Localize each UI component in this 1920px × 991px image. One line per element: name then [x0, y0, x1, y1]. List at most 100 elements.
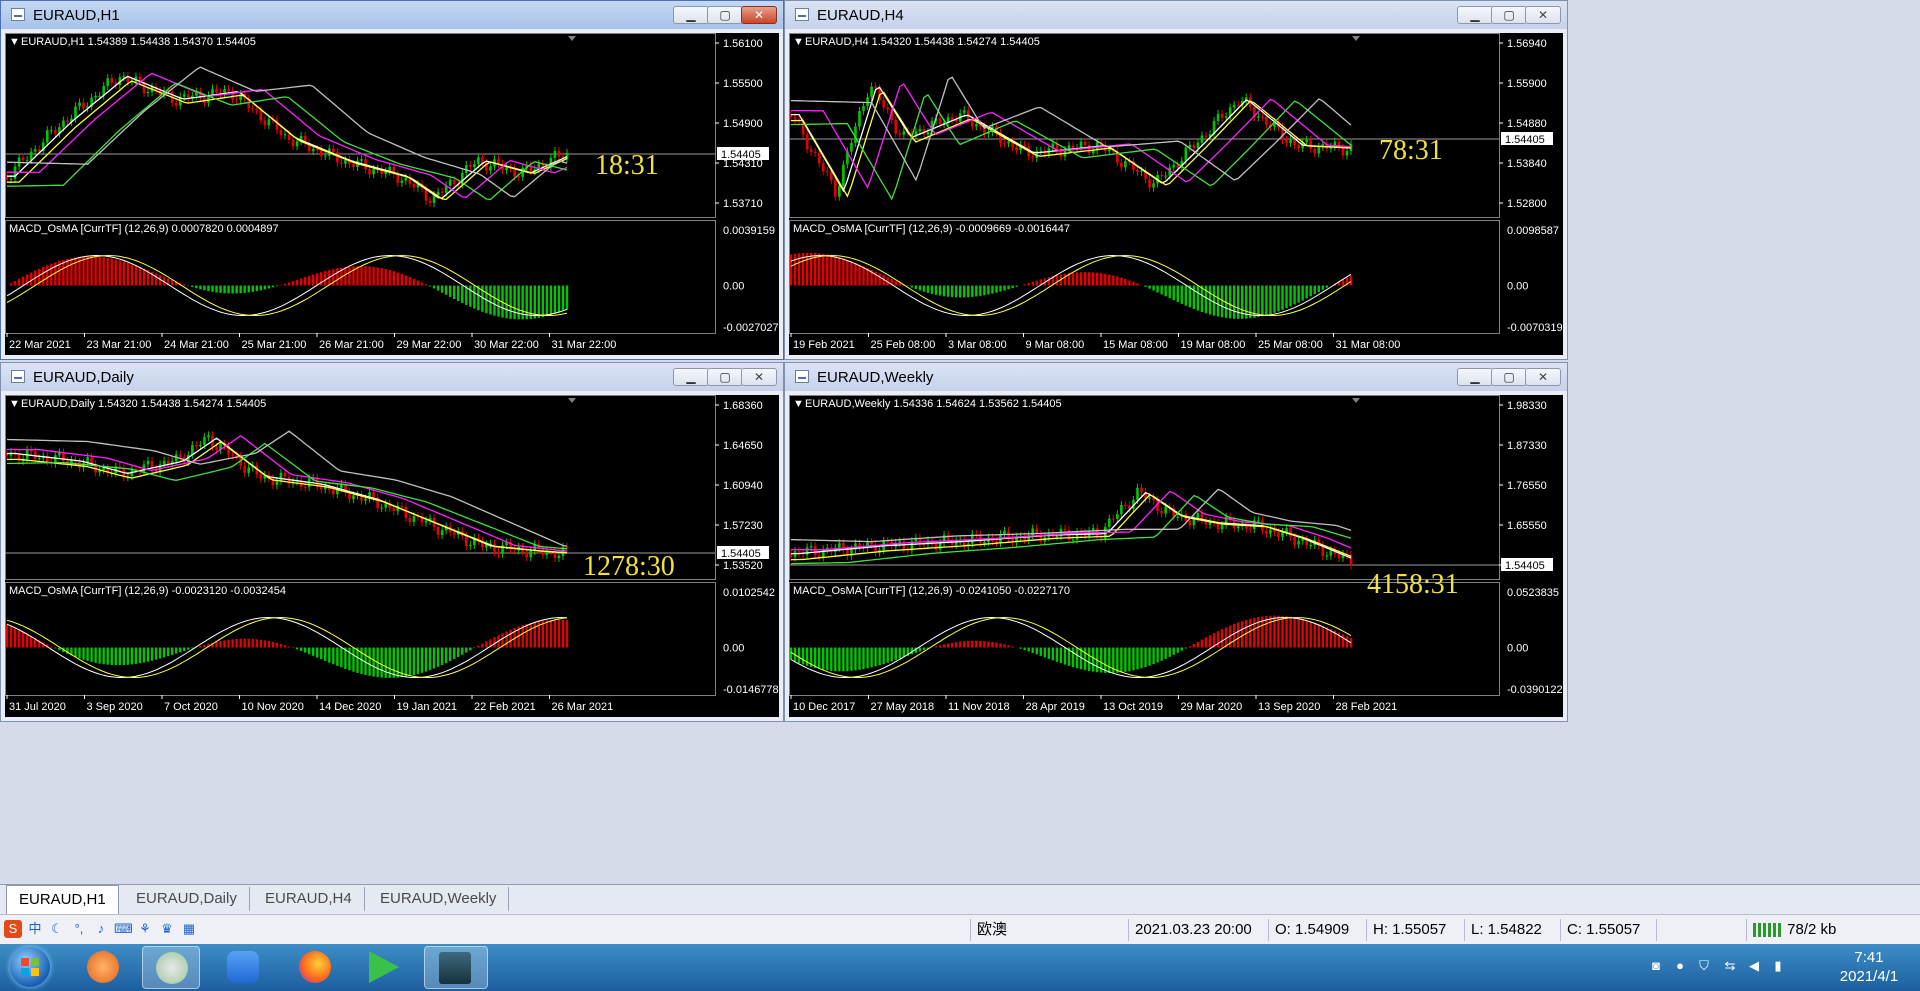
window-titlebar[interactable]: EURAUD,H1 ▁ ▢ ✕	[1, 1, 783, 29]
bearish-candle	[259, 110, 263, 121]
close-button[interactable]: ✕	[741, 368, 777, 386]
grid-icon[interactable]: ▦	[180, 920, 198, 938]
osma-histogram-bar	[850, 261, 853, 286]
osma-histogram-bar	[830, 647, 833, 671]
taskbar-app-wechat[interactable]	[142, 946, 200, 989]
bullish-candle	[275, 480, 279, 486]
tray-wechat-icon[interactable]: ●	[1672, 958, 1688, 974]
chart-window-daily[interactable]: EURAUD,Daily ▁ ▢ ✕ ▼ EURAUD,Daily 1.54320…	[0, 362, 784, 722]
osma-histogram-bar	[801, 647, 805, 665]
chart-canvas[interactable]: ▼ EURAUD,H1 1.54389 1.54438 1.54370 1.544…	[5, 33, 781, 357]
osma-histogram-bar	[372, 647, 375, 677]
osma-histogram-bar	[1140, 647, 1143, 669]
window-titlebar[interactable]: EURAUD,Daily ▁ ▢ ✕	[1, 363, 783, 391]
chart-area[interactable]: ▼ EURAUD,Weekly 1.54336 1.54624 1.53562 1…	[789, 395, 1563, 717]
connection-status[interactable]: 78/2 kb	[1746, 919, 1913, 941]
minimize-button[interactable]: ▁	[1457, 6, 1493, 24]
indicator-scale-label: 0.00	[723, 281, 744, 293]
osma-histogram-bar	[291, 281, 295, 286]
chart-window-h4[interactable]: EURAUD,H4 ▁ ▢ ✕ ▼ EURAUD,H4 1.54320 1.544…	[784, 0, 1568, 360]
ma-line-magenta	[7, 435, 568, 552]
status-profile[interactable]: 欧澳	[970, 919, 1127, 941]
tab-euraud-h1[interactable]: EURAUD,H1	[6, 885, 119, 914]
bearish-candle	[1337, 553, 1341, 559]
chart-area[interactable]: ▼ EURAUD,H1 1.54389 1.54438 1.54370 1.544…	[5, 33, 779, 355]
osma-histogram-bar	[854, 647, 857, 671]
close-button[interactable]: ✕	[1525, 368, 1561, 386]
taskbar-clock[interactable]: 7:41 2021/4/1	[1824, 948, 1914, 986]
bullish-candle	[211, 88, 214, 96]
ime-toolbar[interactable]: S 中 ☾ °, ♪ ⌨ ⚘ ♛ ▦	[0, 914, 214, 944]
signal-icon[interactable]: ▮	[1770, 958, 1786, 974]
close-button[interactable]: ✕	[741, 6, 777, 24]
start-button[interactable]	[10, 947, 50, 987]
chart-window-h1[interactable]: EURAUD,H1 ▁ ▢ ✕ ▼ EURAUD,H1 1.54389 1.544…	[0, 0, 784, 360]
window-titlebar[interactable]: EURAUD,Weekly ▁ ▢ ✕	[785, 363, 1567, 391]
osma-histogram-bar	[1063, 647, 1067, 665]
taskbar-app-player[interactable]	[356, 946, 414, 989]
tab-euraud-daily[interactable]: EURAUD,Daily	[124, 887, 250, 911]
osma-histogram-bar	[549, 619, 553, 648]
maximize-button[interactable]: ▢	[1491, 368, 1527, 386]
window-title: EURAUD,Weekly	[817, 369, 934, 386]
punctuation-icon[interactable]: °,	[70, 920, 88, 938]
chart-canvas[interactable]: ▼ EURAUD,Weekly 1.54336 1.54624 1.53562 1…	[789, 395, 1565, 719]
bearish-candle	[1204, 135, 1208, 137]
keyboard-icon[interactable]: ⌨	[114, 920, 133, 938]
osma-histogram-bar	[235, 285, 238, 294]
bearish-candle	[291, 139, 295, 147]
price-scale-label: 1.60940	[723, 480, 763, 492]
bullish-candle	[45, 130, 49, 143]
chart-area[interactable]: ▼ EURAUD,Daily 1.54320 1.54438 1.54274 1.…	[5, 395, 779, 717]
tab-euraud-h4[interactable]: EURAUD,H4	[253, 887, 365, 911]
bearish-candle	[1261, 116, 1264, 118]
skin-icon[interactable]: ⚘	[136, 920, 154, 938]
minimize-button[interactable]: ▁	[673, 368, 709, 386]
window-titlebar[interactable]: EURAUD,H4 ▁ ▢ ✕	[785, 1, 1567, 29]
sogou-ime-icon[interactable]: S	[4, 920, 22, 938]
bullish-candle	[1184, 147, 1188, 161]
tray-app-icon[interactable]: ◙	[1648, 958, 1664, 974]
tab-euraud-weekly[interactable]: EURAUD,Weekly	[368, 887, 510, 911]
chart-window-weekly[interactable]: EURAUD,Weekly ▁ ▢ ✕ ▼ EURAUD,Weekly 1.543…	[784, 362, 1568, 722]
minimize-button[interactable]: ▁	[673, 6, 709, 24]
osma-histogram-bar	[1063, 273, 1067, 286]
osma-histogram-bar	[9, 626, 13, 648]
bullish-candle	[37, 458, 41, 460]
taskbar-app-1[interactable]	[74, 946, 132, 989]
osma-histogram-bar	[1079, 272, 1083, 286]
bullish-candle	[862, 105, 865, 112]
taskbar-app-notes[interactable]	[214, 946, 272, 989]
taskbar-app-mt4[interactable]	[424, 946, 488, 989]
osma-histogram-bar	[1232, 624, 1236, 648]
ime-lang[interactable]: 中	[26, 920, 44, 938]
mute-volume-icon[interactable]: ◀	[1746, 958, 1762, 974]
moon-icon[interactable]: ☾	[48, 920, 66, 938]
close-button[interactable]: ✕	[1525, 6, 1561, 24]
chart-canvas[interactable]: ▼ EURAUD,H4 1.54320 1.54438 1.54274 1.544…	[789, 33, 1565, 357]
bullish-candle	[1200, 135, 1204, 143]
minimize-button[interactable]: ▁	[1457, 368, 1493, 386]
shirt-icon[interactable]: ♛	[158, 920, 176, 938]
bearish-candle	[1192, 145, 1196, 149]
maximize-button[interactable]: ▢	[1491, 6, 1527, 24]
osma-histogram-bar	[1132, 281, 1135, 286]
maximize-button[interactable]: ▢	[707, 368, 743, 386]
microphone-icon[interactable]: ♪	[92, 920, 110, 938]
bullish-candle	[247, 467, 251, 473]
osma-histogram-bar	[1043, 647, 1047, 658]
chart-area[interactable]: ▼ EURAUD,H4 1.54320 1.54438 1.54274 1.544…	[789, 33, 1563, 355]
chart-canvas[interactable]: ▼ EURAUD,Daily 1.54320 1.54438 1.54274 1.…	[5, 395, 781, 719]
network-tray-icon[interactable]: ⇆	[1722, 958, 1738, 974]
bullish-candle	[842, 164, 845, 186]
bearish-candle	[1220, 113, 1224, 118]
price-scale-label: 1.52800	[1507, 198, 1547, 210]
osma-histogram-bar	[199, 285, 202, 290]
bearish-candle	[1148, 179, 1151, 188]
maximize-button[interactable]: ▢	[707, 6, 743, 24]
shift-marker-icon	[568, 36, 576, 41]
taskbar-app-firefox[interactable]	[286, 946, 344, 989]
shield-icon[interactable]: ⛉	[1696, 958, 1712, 974]
osma-histogram-bar	[1313, 622, 1316, 648]
osma-histogram-bar	[166, 647, 170, 657]
